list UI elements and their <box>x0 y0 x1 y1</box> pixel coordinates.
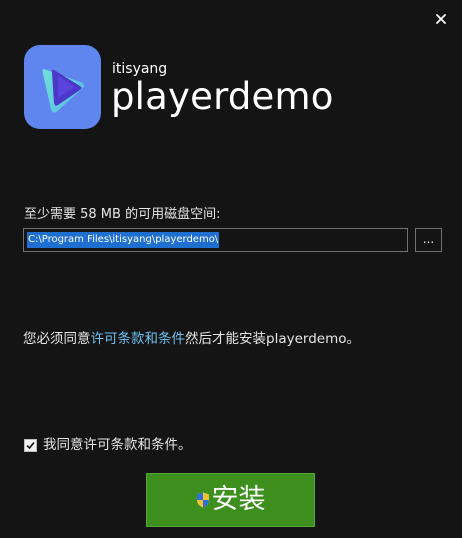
disk-requirement-label: 至少需要 58 MB 的可用磁盘空间: <box>24 207 221 222</box>
install-path-input[interactable]: C:\Program Files\itisyang\playerdemo\ <box>23 228 408 252</box>
agree-checkbox[interactable] <box>24 438 37 452</box>
check-icon <box>26 441 35 449</box>
license-notice: 您必须同意许可条款和条件然后才能安装playerdemo。 <box>23 330 360 348</box>
install-button[interactable]: 安装 <box>146 473 315 527</box>
uac-shield-icon <box>196 492 209 508</box>
install-button-label: 安装 <box>211 484 266 515</box>
install-path-value: C:\Program Files\itisyang\playerdemo\ <box>27 232 220 248</box>
close-button[interactable] <box>430 8 452 30</box>
installer-window: itisyang playerdemo 至少需要 58 MB 的可用磁盘空间: … <box>0 0 462 538</box>
license-prefix: 您必须同意 <box>23 331 91 347</box>
agreement-row: 我同意许可条款和条件。 <box>24 436 192 454</box>
app-title: playerdemo <box>111 75 334 118</box>
close-icon <box>436 14 446 24</box>
browse-button[interactable]: ... <box>415 228 442 252</box>
license-terms-link[interactable]: 许可条款和条件 <box>91 331 186 347</box>
license-suffix: 然后才能安装playerdemo。 <box>185 331 360 347</box>
app-logo <box>24 45 101 129</box>
agree-label[interactable]: 我同意许可条款和条件。 <box>43 436 192 454</box>
play-icon <box>42 69 84 113</box>
